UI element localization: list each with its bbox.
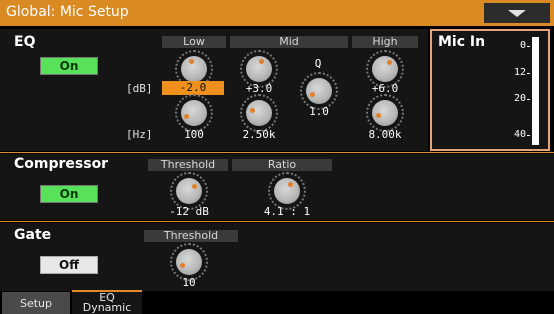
eq-label: EQ	[14, 34, 36, 50]
eq-low-freq-knob[interactable]	[175, 94, 213, 132]
chevron-down-icon	[508, 9, 526, 17]
mic-in-meter-bar	[532, 37, 539, 145]
meter-scale-label: 40	[513, 129, 526, 140]
knob-icon	[181, 100, 207, 126]
meter-tick	[527, 46, 530, 47]
compressor-threshold-value: -12 dB	[169, 205, 209, 218]
knob-icon	[372, 56, 398, 82]
eq-gain-unit: [dB]	[126, 82, 153, 95]
knob-icon	[246, 100, 272, 126]
knob-indicator	[189, 59, 194, 64]
eq-mid-freq-value: 2.50k	[242, 128, 276, 141]
section-divider	[0, 221, 554, 222]
page-title: Global: Mic Setup	[6, 4, 129, 20]
knob-icon	[372, 100, 398, 126]
meter-tick	[527, 99, 530, 100]
knob-icon	[274, 178, 300, 204]
gate-label: Gate	[14, 227, 52, 243]
tab-eq-dynamic[interactable]: EQ Dynamic	[72, 290, 142, 314]
compressor-threshold-header: Threshold	[148, 159, 228, 171]
gate-off-button[interactable]: Off	[40, 256, 98, 274]
compressor-on-button[interactable]: On	[40, 185, 98, 203]
knob-indicator	[310, 92, 315, 97]
knob-indicator	[288, 182, 293, 187]
knob-indicator	[387, 60, 392, 65]
knob-indicator	[184, 114, 189, 119]
meter-scale-label: 0	[519, 40, 526, 51]
eq-high-freq-knob[interactable]	[366, 94, 404, 132]
eq-q-value: 1.0	[309, 105, 329, 118]
page-menu-button[interactable]	[484, 3, 550, 23]
eq-mid-header: Mid	[230, 36, 348, 48]
tab-setup-label: Setup	[19, 297, 53, 310]
eq-low-header: Low	[162, 36, 226, 48]
tab-setup[interactable]: Setup	[2, 292, 70, 314]
gate-threshold-header: Threshold	[144, 230, 238, 242]
knob-icon	[176, 178, 202, 204]
eq-q-label: Q	[314, 57, 322, 70]
mic-in-label: Mic In	[438, 34, 486, 50]
compressor-ratio-value: 4.1 : 1	[263, 205, 311, 218]
knob-icon	[181, 56, 207, 82]
tab-eq-dynamic-label-2: Dynamic	[82, 301, 132, 314]
knob-indicator	[180, 263, 185, 268]
compressor-label: Compressor	[14, 156, 109, 172]
knob-indicator	[376, 113, 381, 118]
knob-indicator	[192, 184, 197, 189]
gate-threshold-value: 10	[182, 276, 196, 289]
meter-tick	[527, 135, 530, 136]
eq-mid-freq-knob[interactable]	[240, 94, 278, 132]
knob-indicator	[250, 108, 255, 113]
knob-icon	[246, 56, 272, 82]
meter-scale-label: 12	[513, 67, 526, 78]
section-divider	[0, 152, 554, 153]
compressor-ratio-header: Ratio	[232, 159, 332, 171]
eq-high-freq-value: 8.00k	[368, 128, 402, 141]
eq-low-freq-value: 100	[184, 128, 204, 141]
knob-indicator	[259, 59, 264, 64]
knob-icon	[176, 249, 202, 275]
eq-high-header: High	[352, 36, 418, 48]
knob-icon	[306, 78, 332, 104]
eq-low-gain-value[interactable]: -2.0	[162, 81, 224, 95]
meter-tick	[527, 73, 530, 74]
eq-on-button[interactable]: On	[40, 57, 98, 75]
meter-scale-label: 20	[513, 93, 526, 104]
eq-freq-unit: [Hz]	[126, 128, 153, 141]
